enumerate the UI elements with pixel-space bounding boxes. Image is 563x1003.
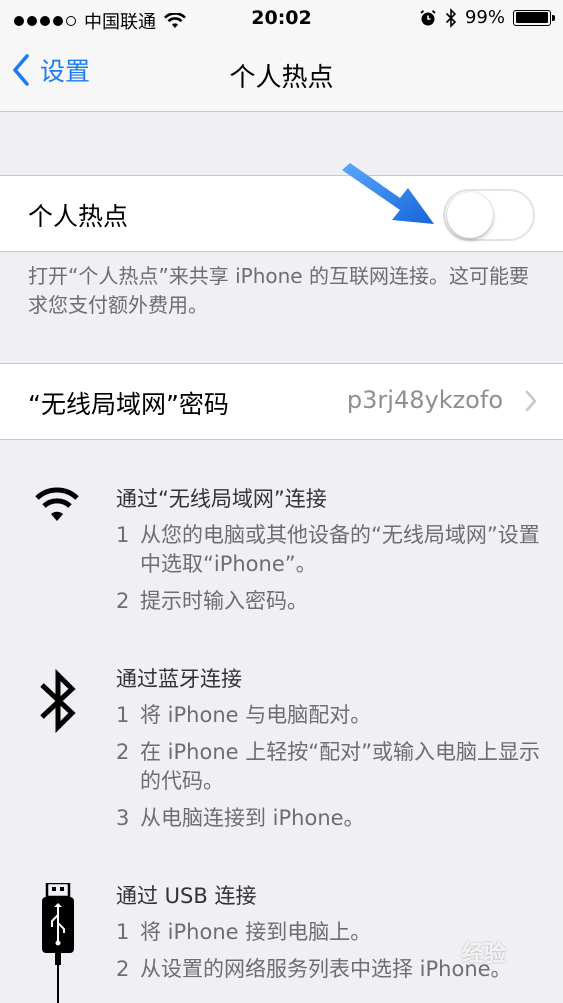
method-title: 通过“无线局域网”连接: [116, 487, 327, 511]
usb-cable-icon: [42, 883, 74, 1003]
step-item: 1 从您的电脑或其他设备的“无线局域网”设置中选取“iPhone”。: [116, 521, 556, 579]
hotspot-description: 打开“个人热点”来共享 iPhone 的互联网连接。这可能要求您支付额外费用。: [28, 264, 529, 317]
personal-hotspot-label: 个人热点: [28, 202, 129, 231]
chevron-right-icon: [525, 390, 537, 412]
step-number: 1: [116, 703, 130, 727]
watermark: 经验: [462, 942, 507, 967]
step-text: 在 iPhone 上轻按“配对”或输入电脑上显示的代码。: [140, 740, 540, 793]
status-bar-right: 99%: [419, 7, 555, 28]
page-title: 个人热点: [229, 63, 334, 93]
wifi-icon: [35, 487, 79, 521]
toggle-knob: [447, 192, 493, 238]
wifi-password-cell[interactable]: “无线局域网”密码 p3rj48ykzofo: [0, 363, 563, 440]
status-bar: 中国联通 20:02 99%: [0, 0, 563, 38]
step-text: 从电脑连接到 iPhone。: [140, 806, 365, 830]
method-title: 通过 USB 连接: [116, 884, 257, 908]
step-text: 从您的电脑或其他设备的“无线局域网”设置中选取“iPhone”。: [140, 523, 540, 576]
alarm-clock-icon: [420, 9, 436, 25]
bluetooth-icon: [40, 669, 76, 733]
step-item: 2 提示时输入密码。: [116, 587, 556, 616]
annotation-arrow-icon: [342, 163, 434, 224]
step-text: 提示时输入密码。: [140, 589, 308, 613]
wifi-password-label: “无线局域网”密码: [28, 390, 229, 419]
step-number: 3: [116, 806, 130, 830]
method-steps: 1 从您的电脑或其他设备的“无线局域网”设置中选取“iPhone”。 2 提示时…: [116, 521, 556, 624]
step-item: 2 在 iPhone 上轻按“配对”或输入电脑上显示的代码。: [116, 738, 556, 796]
navigation-bar: 设置 个人热点: [0, 38, 563, 112]
step-number: 2: [116, 740, 130, 764]
step-number: 2: [116, 589, 130, 613]
step-number: 1: [116, 920, 130, 944]
wifi-password-value: p3rj48ykzofo: [346, 386, 503, 414]
personal-hotspot-cell: 个人热点: [0, 175, 563, 252]
method-title: 通过蓝牙连接: [116, 667, 242, 691]
personal-hotspot-toggle[interactable]: [443, 189, 535, 241]
step-number: 2: [116, 957, 130, 981]
step-text: 将 iPhone 与电脑配对。: [140, 703, 372, 727]
step-number: 1: [116, 523, 130, 547]
battery-percent: 99%: [464, 7, 505, 28]
step-item: 1 将 iPhone 与电脑配对。: [116, 701, 556, 730]
bluetooth-status-icon: [445, 7, 457, 28]
step-item: 3 从电脑连接到 iPhone。: [116, 804, 556, 833]
method-steps: 1 将 iPhone 与电脑配对。 2 在 iPhone 上轻按“配对”或输入电…: [116, 701, 556, 841]
battery-icon: [513, 9, 555, 26]
